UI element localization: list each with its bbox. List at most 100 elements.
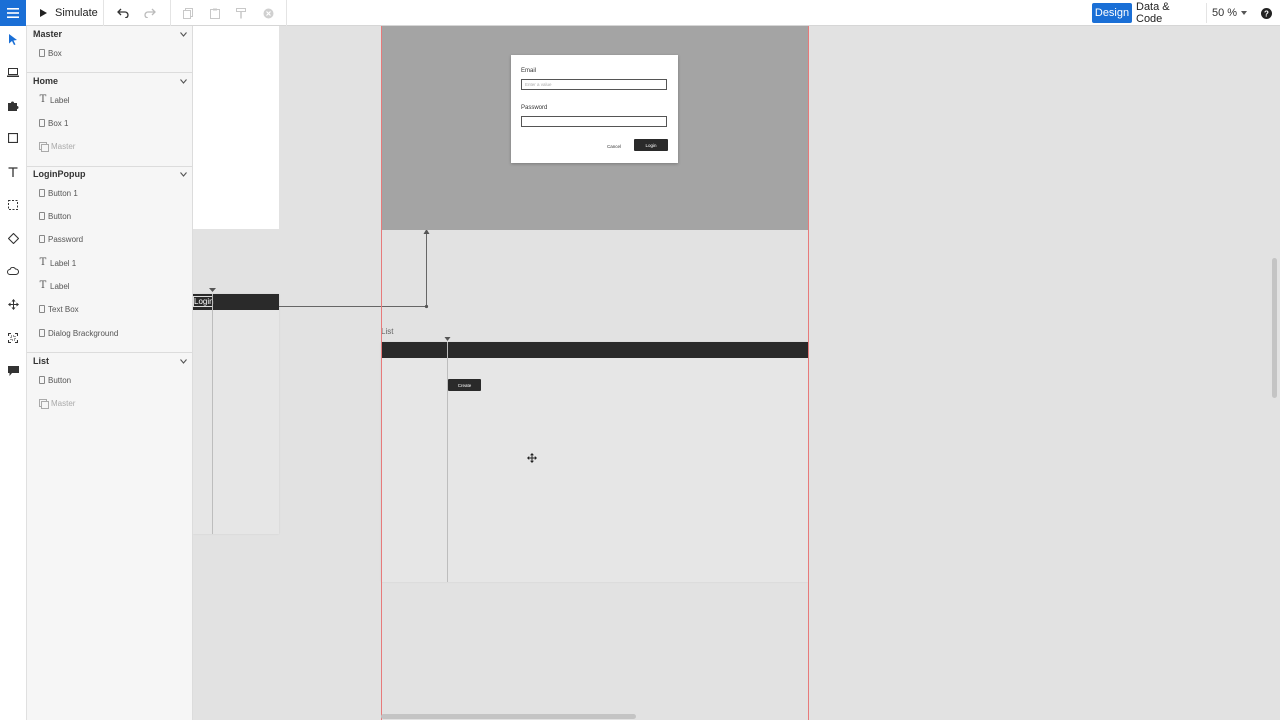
cloud-icon	[7, 267, 19, 275]
layer-item-label: Button	[48, 211, 72, 221]
copy-icon	[183, 7, 193, 19]
layer-item-label: Password	[48, 234, 84, 244]
format-painter-button[interactable]	[229, 0, 253, 26]
hamburger-icon	[7, 8, 19, 18]
redo-button[interactable]	[138, 0, 162, 26]
layer-item-label: Label	[50, 281, 70, 291]
design-canvas[interactable]: Login Email Enter a value Password Cance…	[193, 26, 1280, 720]
email-input[interactable]: Enter a value	[521, 79, 667, 90]
layer-item-label: Dialog Brackground	[48, 328, 119, 338]
layer-item[interactable]: Password	[39, 232, 83, 246]
layer-group-home[interactable]: Home	[33, 73, 187, 89]
layer-group-list[interactable]: List	[33, 353, 187, 369]
menu-button[interactable]	[0, 0, 26, 26]
simulate-label: Simulate	[55, 7, 98, 19]
shape-tool[interactable]	[4, 229, 22, 247]
paste-button[interactable]	[203, 0, 227, 26]
text-icon: T	[39, 257, 47, 268]
dashed-square-icon	[8, 200, 18, 210]
layer-item-label: Master	[51, 398, 76, 408]
layer-item[interactable]: Button	[39, 373, 71, 387]
layer-item-label: Button	[48, 375, 72, 385]
move-tool[interactable]	[4, 295, 22, 313]
text-icon: T	[39, 280, 47, 291]
frame-tool[interactable]	[4, 329, 22, 347]
help-button[interactable]: ?	[1256, 3, 1276, 23]
layer-item-label: Master	[51, 141, 76, 151]
svg-text:?: ?	[1264, 9, 1269, 18]
layer-item[interactable]: T Label	[39, 93, 70, 107]
layer-item[interactable]: Dialog Brackground	[39, 326, 118, 340]
tool-rail	[0, 26, 27, 720]
layer-item-label: Label	[50, 95, 70, 105]
chevron-down-icon[interactable]	[180, 31, 187, 37]
layer-group-loginpopup[interactable]: LoginPopup	[33, 166, 187, 182]
zoom-value: 50 %	[1211, 7, 1238, 19]
clipboard-icon	[210, 8, 220, 19]
list-column-guide	[444, 337, 451, 582]
select-tool[interactable]	[4, 30, 22, 48]
copy-button[interactable]	[176, 0, 200, 26]
list-screen-title[interactable]: List	[381, 327, 393, 336]
text-tool[interactable]	[4, 163, 22, 181]
comment-tool[interactable]	[4, 362, 22, 380]
layer-group-master[interactable]: Master	[33, 26, 187, 42]
box-icon	[39, 305, 45, 313]
layer-item[interactable]: Master	[39, 396, 75, 410]
vertical-scrollbar[interactable]	[1272, 258, 1277, 398]
horizontal-scrollbar[interactable]	[381, 714, 636, 719]
move-cursor-icon	[527, 453, 537, 463]
tab-data-and-code[interactable]: Data & Code	[1136, 1, 1196, 25]
region-tool[interactable]	[4, 196, 22, 214]
screen-tool[interactable]	[4, 63, 22, 81]
layer-item[interactable]: T Label 1	[39, 256, 77, 270]
chevron-down-icon[interactable]	[180, 358, 187, 364]
layer-item[interactable]: Box 1	[39, 116, 68, 130]
create-button[interactable]: Create	[448, 379, 481, 391]
layer-item[interactable]: Master	[39, 139, 75, 153]
frame-corners-icon	[8, 333, 18, 343]
text-icon	[8, 167, 18, 177]
delete-button[interactable]	[256, 0, 280, 26]
layer-item[interactable]: T Label	[39, 279, 70, 293]
login-button[interactable]: Login	[634, 139, 668, 151]
layer-item-label: Box	[48, 48, 62, 58]
master-icon	[39, 141, 49, 152]
box-icon	[39, 212, 45, 220]
play-icon	[40, 9, 47, 17]
layers-panel: Master Box Home T Label Box 1 Master Log…	[27, 26, 193, 720]
close-circle-icon	[263, 8, 273, 18]
layer-group-title: Master	[33, 29, 63, 39]
redo-icon	[144, 8, 156, 18]
tab-design[interactable]: Design	[1092, 3, 1132, 23]
box-tool[interactable]	[4, 129, 22, 147]
box-icon	[39, 49, 45, 57]
email-label: Email	[521, 68, 537, 74]
layer-item[interactable]: Text Box	[39, 302, 79, 316]
components-tool[interactable]	[4, 96, 22, 114]
simulate-button[interactable]: Simulate	[32, 0, 104, 26]
chevron-down-icon[interactable]	[180, 171, 187, 177]
undo-button[interactable]	[111, 0, 135, 26]
layer-group-title: Home	[33, 76, 59, 86]
layer-item[interactable]: Button 1	[39, 186, 78, 200]
cloud-tool[interactable]	[4, 262, 22, 280]
move-arrows-icon	[7, 298, 19, 310]
layer-item-label: Label 1	[50, 258, 77, 268]
login-dialog[interactable]: Email Enter a value Password Cancel Logi…	[511, 55, 678, 163]
toolbar-divider	[170, 0, 171, 26]
caret-down-icon	[1241, 11, 1248, 15]
master-icon	[39, 398, 49, 409]
layer-group-title: List	[33, 356, 50, 366]
chevron-down-icon[interactable]	[180, 78, 187, 84]
layer-item[interactable]: Button	[39, 209, 71, 223]
pointer-icon	[8, 33, 17, 45]
box-icon	[39, 376, 45, 384]
toolbar-divider	[286, 0, 287, 26]
zoom-select[interactable]: 50 %	[1206, 3, 1252, 23]
paint-roller-icon	[236, 7, 246, 18]
password-input[interactable]	[521, 116, 667, 127]
cancel-button[interactable]: Cancel	[602, 140, 626, 152]
diamond-icon	[7, 232, 19, 244]
layer-item[interactable]: Box	[39, 46, 62, 60]
